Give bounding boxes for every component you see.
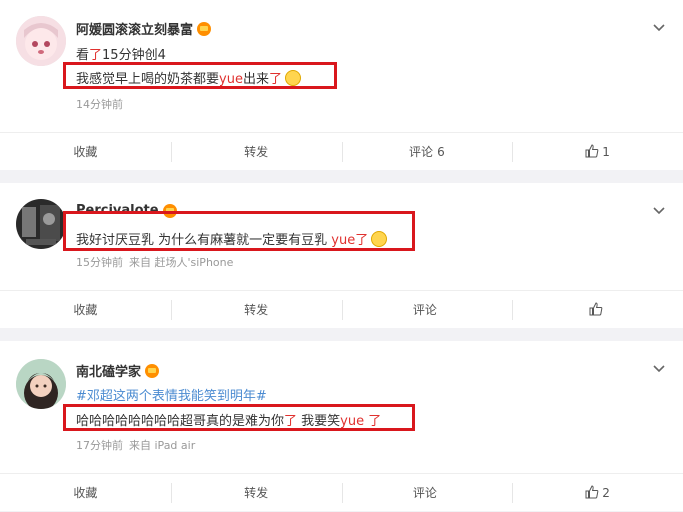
repost-button[interactable]: 转发 [170, 483, 342, 503]
repost-label: 转发 [244, 486, 269, 500]
username-text[interactable]: 阿媛圆滚滚立刻暴富 [76, 19, 193, 38]
chevron-down-icon[interactable] [651, 203, 667, 219]
topic-text[interactable]: #邓超这两个表情我能笑到明年# [76, 389, 267, 404]
emoji-icon [371, 231, 388, 247]
meta-info: 14分钟前 [76, 96, 123, 112]
like-button[interactable] [512, 300, 683, 320]
comment-label: 评论 [409, 145, 434, 159]
username-text[interactable]: 南北磕学家 [76, 361, 141, 380]
like-count: 2 [602, 486, 610, 500]
chevron-down-icon[interactable] [651, 20, 667, 36]
username[interactable]: 阿媛圆滚滚立刻暴富 [76, 19, 212, 38]
comment-part: 我感觉早上喝的奶茶都要 [76, 72, 220, 87]
comment-feed: 阿媛圆滚滚立刻暴富 看了15分钟创4 我感觉早上喝的奶茶都要yue出来了 14分… [0, 0, 683, 511]
like-button[interactable]: 2 [512, 483, 683, 503]
username[interactable]: 南北磕学家 [76, 361, 160, 380]
collect-button[interactable]: 收藏 [0, 142, 171, 162]
comment-text: 我感觉早上喝的奶茶都要yue出来了 [76, 68, 301, 87]
action-bar: 收藏 转发 评论 [0, 290, 683, 329]
timestamp: 17分钟前 [76, 439, 123, 452]
comment-red: 了 [355, 233, 369, 248]
comment-button[interactable]: 评论 [341, 300, 513, 320]
collect-label: 收藏 [73, 303, 98, 317]
comment-card: 南北磕学家 #邓超这两个表情我能笑到明年# 哈哈哈哈哈哈哈哈超哥真的是难为你了 … [0, 341, 683, 511]
repost-button[interactable]: 转发 [170, 142, 342, 162]
chevron-down-icon[interactable] [651, 361, 667, 377]
comment-part: 出来 [242, 72, 269, 87]
comment-button[interactable]: 评论 6 [341, 142, 513, 162]
comment-red: 了 [268, 72, 282, 87]
comment-button[interactable]: 评论 [341, 483, 513, 503]
like-count: 1 [602, 145, 610, 159]
action-bar: 收藏 转发 评论 2 [0, 473, 683, 512]
action-bar: 收藏 转发 评论 6 1 [0, 132, 683, 171]
topic-link[interactable]: #邓超这两个表情我能笑到明年# [76, 385, 267, 404]
like-button[interactable]: 1 [512, 142, 683, 162]
comment-card: Percivalote 我好讨厌豆乳 为什么有麻薯就一定要有豆乳 yue了 15… [0, 183, 683, 328]
avatar[interactable] [16, 16, 66, 66]
comment-count: 6 [437, 145, 445, 159]
subline: 看了15分钟创4 [76, 44, 166, 63]
avatar[interactable] [16, 199, 66, 249]
vip-badge-icon [145, 363, 160, 378]
meta-info: 15分钟前 来自 赶场人'siPhone [76, 254, 233, 270]
comment-label: 评论 [412, 486, 437, 500]
source-label[interactable]: 来自 赶场人'siPhone [129, 256, 233, 269]
comment-text: 哈哈哈哈哈哈哈哈超哥真的是难为你了 我要笑yue 了 [76, 410, 381, 429]
avatar[interactable] [16, 359, 66, 409]
subline-suffix: 15分钟创4 [102, 48, 166, 63]
collect-label: 收藏 [73, 486, 98, 500]
comment-card: 阿媛圆滚滚立刻暴富 看了15分钟创4 我感觉早上喝的奶茶都要yue出来了 14分… [0, 0, 683, 170]
timestamp: 15分钟前 [76, 256, 123, 269]
repost-button[interactable]: 转发 [170, 300, 342, 320]
collect-button[interactable]: 收藏 [0, 483, 171, 503]
comment-part: 哈哈哈哈哈哈哈哈超哥真的是难为你 [76, 414, 285, 429]
comment-red: yue [331, 233, 356, 248]
subline-prefix: 看 [76, 48, 90, 63]
repost-label: 转发 [244, 145, 269, 159]
comment-red: 了 [284, 414, 298, 429]
timestamp: 14分钟前 [76, 98, 123, 111]
comment-part: 我要笑 [297, 414, 341, 429]
comment-part: 我好讨厌豆乳 为什么有麻薯就一定要有豆乳 [76, 233, 332, 248]
meta-info: 17分钟前 来自 iPad air [76, 437, 195, 453]
comment-red: yue [219, 72, 243, 87]
thumbs-up-icon [589, 302, 603, 316]
subline-red: 了 [89, 48, 103, 63]
source-label[interactable]: 来自 iPad air [129, 439, 195, 452]
comment-red: yue 了 [340, 414, 382, 429]
thumbs-up-icon [585, 485, 599, 499]
thumbs-up-icon [585, 144, 599, 158]
emoji-icon [284, 70, 301, 86]
comment-label: 评论 [412, 303, 437, 317]
comment-text: 我好讨厌豆乳 为什么有麻薯就一定要有豆乳 yue了 [76, 229, 388, 248]
collect-button[interactable]: 收藏 [0, 300, 171, 320]
vip-badge-icon [197, 21, 212, 36]
repost-label: 转发 [244, 303, 269, 317]
collect-label: 收藏 [73, 145, 98, 159]
